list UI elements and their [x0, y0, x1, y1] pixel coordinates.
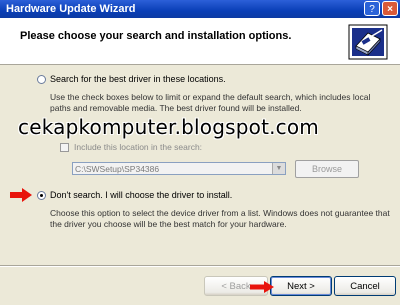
- watermark-text: cekapkomputer.blogspot.com: [18, 115, 319, 139]
- cancel-button[interactable]: Cancel: [334, 276, 396, 296]
- search-radio[interactable]: [37, 75, 46, 84]
- footer-divider-highlight: [0, 266, 400, 267]
- dont-search-description-line2: the driver you choose will be the best m…: [50, 219, 287, 229]
- window-title: Hardware Update Wizard: [6, 3, 136, 15]
- path-combobox[interactable]: C:\SWSetup\SP34386 ▼: [72, 162, 286, 175]
- help-button[interactable]: ?: [364, 1, 380, 16]
- dont-search-option-label[interactable]: Don't search. I will choose the driver t…: [50, 190, 232, 200]
- search-option-label[interactable]: Search for the best driver in these loca…: [50, 74, 226, 84]
- chevron-down-icon[interactable]: ▼: [272, 163, 285, 174]
- title-bar: Hardware Update Wizard ? ×: [0, 0, 400, 18]
- red-arrow-icon: [10, 188, 32, 202]
- search-description-line1: Use the check boxes below to limit or ex…: [50, 92, 371, 102]
- path-value: C:\SWSetup\SP34386: [75, 164, 160, 174]
- wizard-window: Hardware Update Wizard ? × Please choose…: [0, 0, 400, 305]
- hardware-wizard-icon: [348, 24, 388, 60]
- next-button[interactable]: Next >: [270, 276, 332, 296]
- dont-search-description-line1: Choose this option to select the device …: [50, 208, 390, 218]
- red-arrow-next-icon: [250, 281, 274, 293]
- include-location-checkbox[interactable]: [60, 143, 69, 152]
- search-description-line2: paths and removable media. The best driv…: [50, 103, 302, 113]
- wizard-header: Please choose your search and installati…: [0, 18, 400, 65]
- browse-button[interactable]: Browse: [295, 160, 359, 178]
- options-area: Search for the best driver in these loca…: [0, 65, 400, 265]
- close-button[interactable]: ×: [382, 1, 398, 16]
- header-title: Please choose your search and installati…: [20, 30, 292, 42]
- include-location-label: Include this location in the search:: [74, 142, 203, 152]
- dont-search-radio[interactable]: [37, 191, 46, 200]
